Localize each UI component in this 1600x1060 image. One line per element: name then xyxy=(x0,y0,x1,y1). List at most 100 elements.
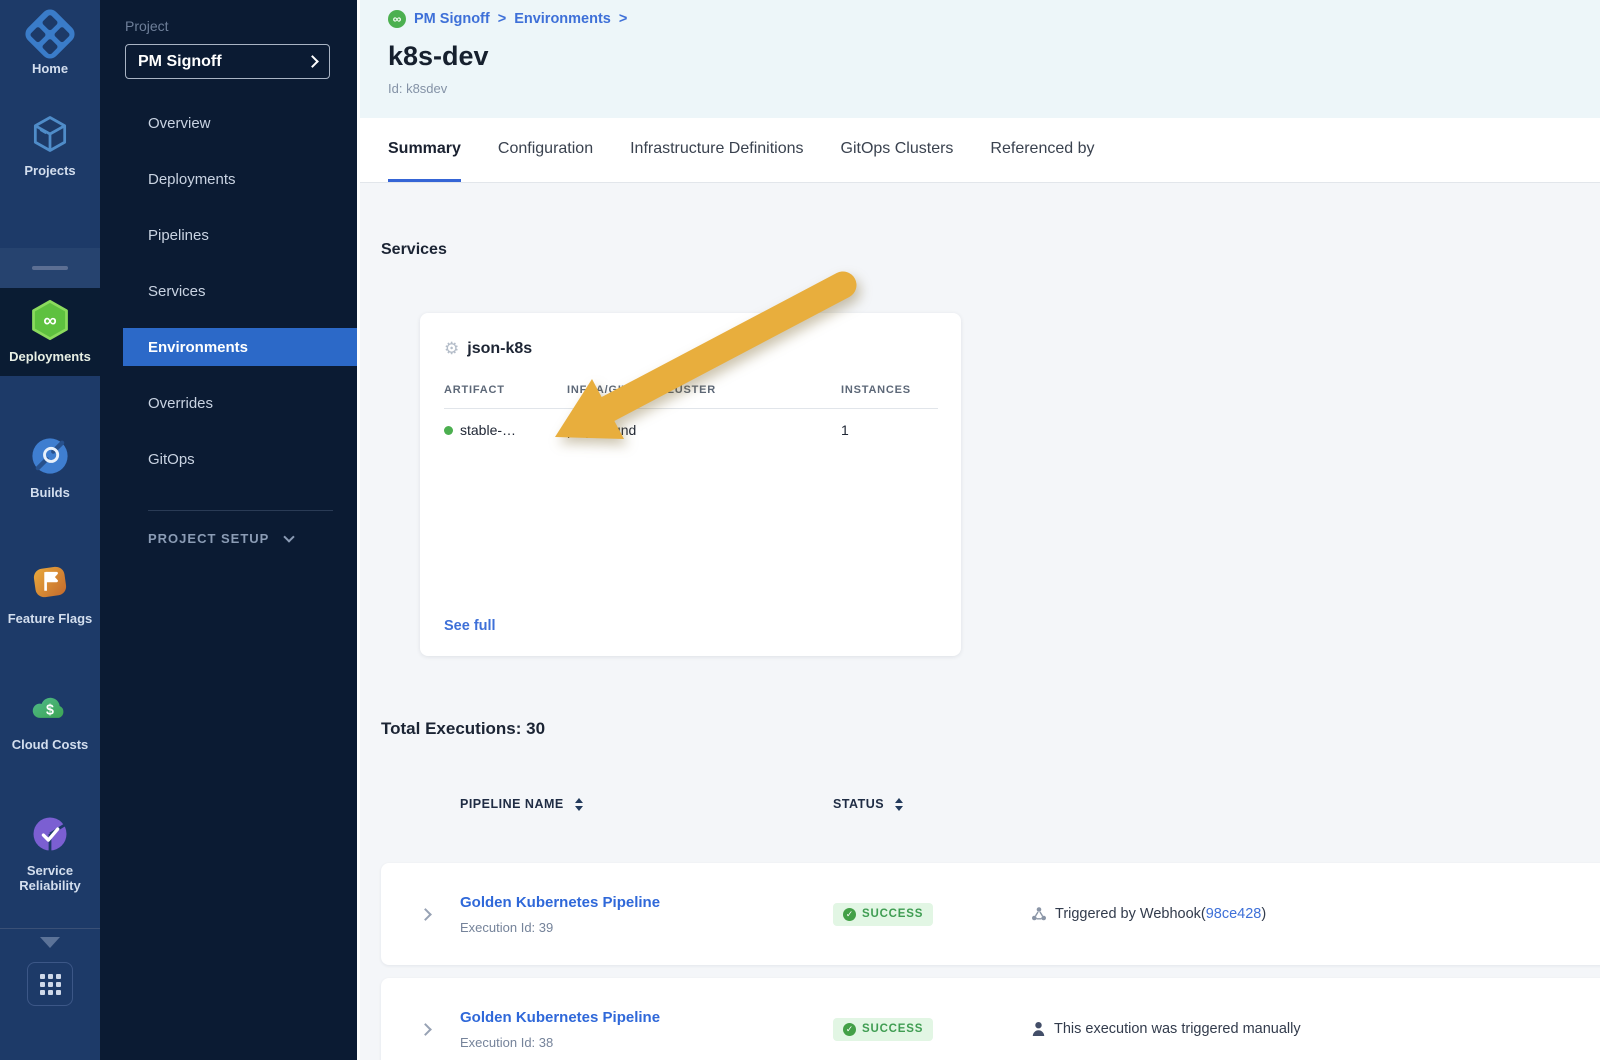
page-title: k8s-dev xyxy=(388,41,1600,72)
project-label: Project xyxy=(125,18,169,34)
rail-item-cloud-costs[interactable]: $ Cloud Costs xyxy=(0,686,100,752)
rail-collapse-handle[interactable] xyxy=(0,248,100,288)
trigger-info: This execution was triggered manually xyxy=(1031,1021,1600,1037)
project-setup-label: PROJECT SETUP xyxy=(148,531,269,546)
artifact-value: stable-… xyxy=(460,422,516,438)
pipeline-name-link[interactable]: Golden Kubernetes Pipeline xyxy=(460,1009,660,1026)
success-check-icon: ✓ xyxy=(843,908,856,921)
trigger-commit-link[interactable]: 98ce428 xyxy=(1206,906,1262,922)
module-rail: Home Projects ∞ Deployments Builds xyxy=(0,0,100,1060)
column-instances: INSTANCES xyxy=(841,384,938,396)
breadcrumb-separator: > xyxy=(498,11,506,27)
artifact-cell: stable-… xyxy=(444,422,567,438)
trigger-text-suffix: ) xyxy=(1261,906,1266,922)
pipeline-name-link[interactable]: Golden Kubernetes Pipeline xyxy=(460,894,660,911)
rail-item-label: Deployments xyxy=(9,349,91,364)
chevron-right-icon xyxy=(306,55,319,68)
rail-item-deployments[interactable]: ∞ Deployments xyxy=(0,288,100,376)
feature-flags-icon xyxy=(28,560,72,604)
scroll-down-chevron-icon[interactable] xyxy=(40,937,60,948)
rail-item-label: Cloud Costs xyxy=(12,737,89,752)
breadcrumb-project-link[interactable]: PM Signoff xyxy=(414,11,490,27)
expand-chevron-icon[interactable] xyxy=(419,1023,432,1036)
project-sidebar: Project PM Signoff Overview Deployments … xyxy=(100,0,357,1060)
rail-item-service-reliability[interactable]: Service Reliability xyxy=(0,812,100,893)
status-dot-icon xyxy=(444,426,453,435)
breadcrumb-separator: > xyxy=(619,11,627,27)
rail-top-section: Home Projects xyxy=(0,0,100,248)
sidebar-item-pipelines[interactable]: Pipelines xyxy=(100,207,357,263)
tab-gitops-clusters[interactable]: GitOps Clusters xyxy=(841,118,954,182)
column-status[interactable]: STATUS xyxy=(833,797,1031,811)
service-reliability-icon xyxy=(28,812,72,856)
column-cluster: INFRA/GITOPS CLUSTER xyxy=(567,384,841,396)
gear-icon: ⚙ xyxy=(444,339,459,359)
grid-icon xyxy=(40,974,61,995)
cloud-costs-icon: $ xyxy=(28,686,72,730)
service-card[interactable]: ⚙ json-k8s ARTIFACT INFRA/GITOPS CLUSTER… xyxy=(420,313,961,656)
see-full-link[interactable]: See full xyxy=(444,618,938,634)
tab-infrastructure-definitions[interactable]: Infrastructure Definitions xyxy=(630,118,803,182)
sidebar-item-overrides[interactable]: Overrides xyxy=(100,375,357,431)
execution-id: Execution Id: 38 xyxy=(460,1035,833,1050)
tab-configuration[interactable]: Configuration xyxy=(498,118,593,182)
svg-text:$: $ xyxy=(46,703,54,719)
rail-bottom-section xyxy=(0,928,100,1060)
builds-ci-icon xyxy=(28,434,72,478)
tab-summary[interactable]: Summary xyxy=(388,118,461,182)
projects-cube-icon xyxy=(28,112,72,156)
total-executions-heading: Total Executions: 30 xyxy=(381,719,545,739)
entity-id: Id: k8sdev xyxy=(388,81,1600,96)
project-selector[interactable]: PM Signoff xyxy=(125,44,330,79)
breadcrumb: ∞ PM Signoff > Environments > xyxy=(388,10,1600,28)
service-name: json-k8s xyxy=(467,340,532,358)
sort-icon xyxy=(894,798,904,811)
project-nav: Overview Deployments Pipelines Services … xyxy=(100,95,357,546)
rail-item-label: Builds xyxy=(30,485,70,500)
sidebar-item-gitops[interactable]: GitOps xyxy=(100,431,357,487)
trigger-text: This execution was triggered manually xyxy=(1054,1021,1301,1037)
trigger-info: Triggered by Webhook(98ce428) xyxy=(1031,906,1600,922)
instances-value: 1 xyxy=(841,422,938,438)
summary-content: Services ⚙ json-k8s ARTIFACT INFRA/GITOP… xyxy=(360,183,1600,1060)
project-setup-toggle[interactable]: PROJECT SETUP xyxy=(100,531,357,546)
pipeline-cell: Golden Kubernetes Pipeline Execution Id:… xyxy=(460,894,833,935)
tab-bar: Summary Configuration Infrastructure Def… xyxy=(360,118,1600,183)
breadcrumb-environments-link[interactable]: Environments xyxy=(514,11,611,27)
sidebar-item-environments[interactable]: Environments xyxy=(123,328,357,366)
card-divider xyxy=(444,408,938,409)
rail-item-feature-flags[interactable]: Feature Flags xyxy=(0,560,100,626)
column-pipeline-name[interactable]: PIPELINE NAME xyxy=(460,797,833,811)
svg-text:∞: ∞ xyxy=(43,310,56,331)
rail-item-home[interactable]: Home xyxy=(0,14,100,76)
services-heading: Services xyxy=(381,241,447,259)
rail-item-label: Projects xyxy=(24,163,75,178)
rail-item-builds[interactable]: Builds xyxy=(0,434,100,500)
rail-item-projects[interactable]: Projects xyxy=(0,112,100,178)
rail-item-label: Home xyxy=(32,61,68,76)
status-badge: ✓ SUCCESS xyxy=(833,1018,933,1041)
execution-row[interactable]: Golden Kubernetes Pipeline Execution Id:… xyxy=(381,978,1600,1060)
status-badge: ✓ SUCCESS xyxy=(833,903,933,926)
sidebar-divider xyxy=(148,510,333,511)
page-header: ∞ PM Signoff > Environments > k8s-dev Id… xyxy=(360,0,1600,118)
module-grid-button[interactable] xyxy=(27,962,73,1006)
execution-row[interactable]: Golden Kubernetes Pipeline Execution Id:… xyxy=(381,863,1600,965)
sidebar-item-overview[interactable]: Overview xyxy=(100,95,357,151)
sidebar-item-services[interactable]: Services xyxy=(100,263,357,319)
home-icon xyxy=(22,6,79,63)
project-name: PM Signoff xyxy=(138,53,308,71)
pipeline-cell: Golden Kubernetes Pipeline Execution Id:… xyxy=(460,1009,833,1050)
webhook-icon xyxy=(1031,906,1047,922)
executions-table-header: PIPELINE NAME STATUS xyxy=(381,797,1600,811)
column-artifact: ARTIFACT xyxy=(444,384,567,396)
service-card-columns: ARTIFACT INFRA/GITOPS CLUSTER INSTANCES xyxy=(444,384,938,396)
sidebar-item-deployments[interactable]: Deployments xyxy=(100,151,357,207)
rail-item-label: Service Reliability xyxy=(6,863,94,893)
chevron-down-icon xyxy=(284,531,295,542)
expand-chevron-icon[interactable] xyxy=(419,908,432,921)
tab-referenced-by[interactable]: Referenced by xyxy=(990,118,1094,182)
trigger-text: Triggered by Webhook( xyxy=(1055,906,1206,922)
success-check-icon: ✓ xyxy=(843,1023,856,1036)
deployments-cd-icon: ∞ xyxy=(28,298,72,342)
